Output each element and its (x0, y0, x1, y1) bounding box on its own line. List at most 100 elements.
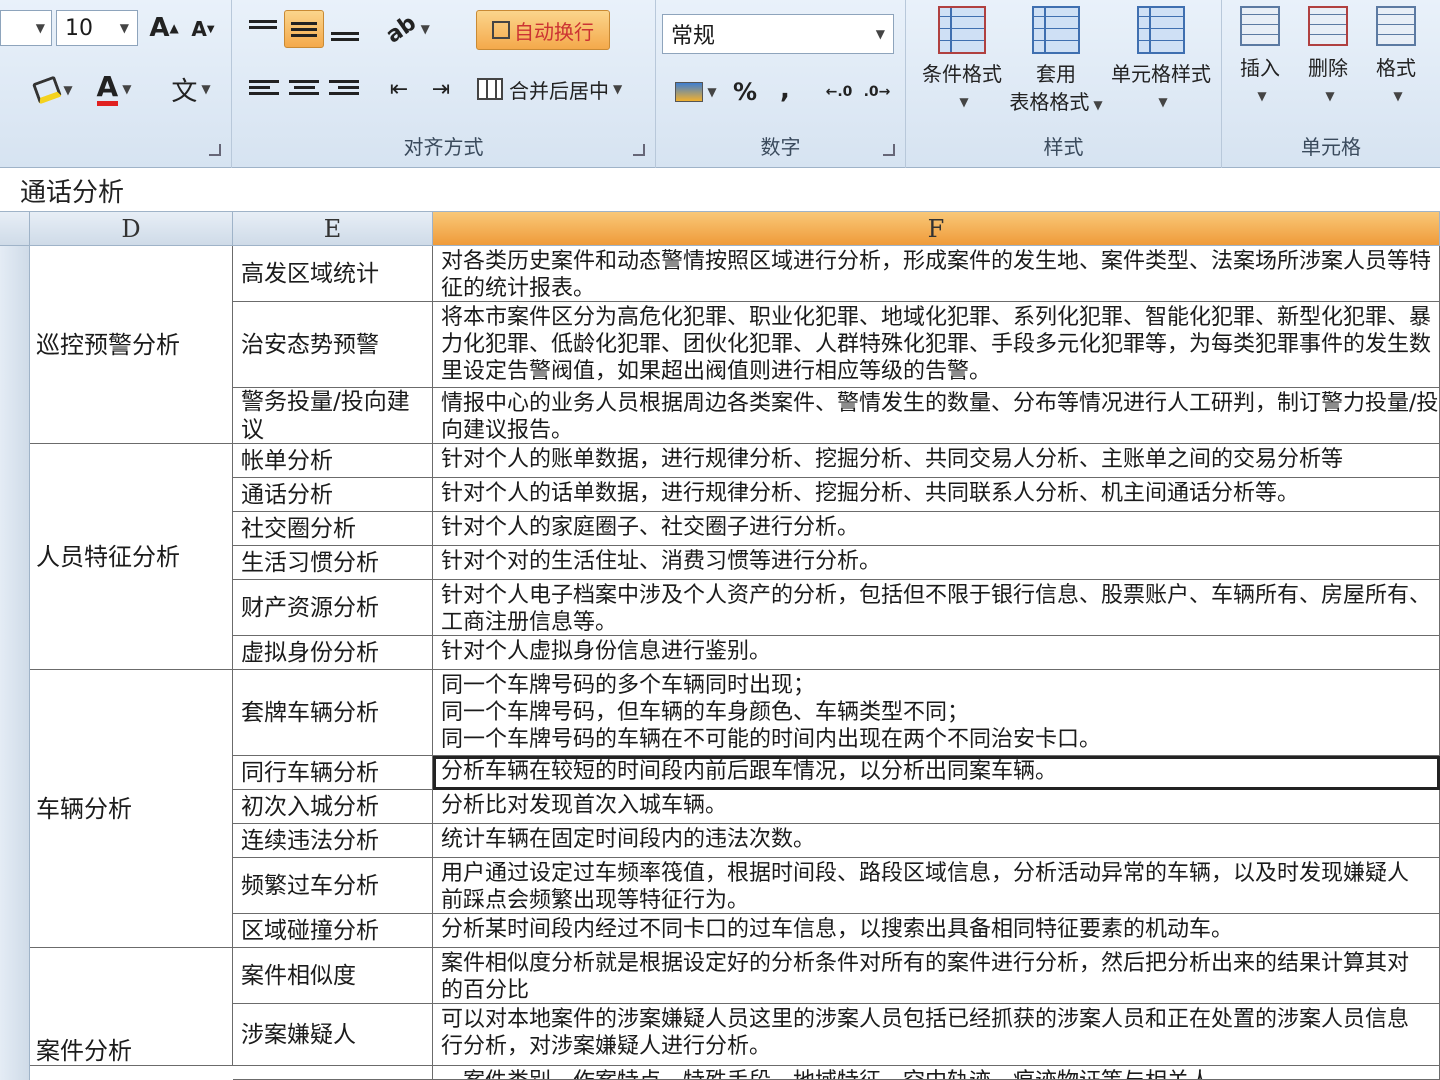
chevron-down-icon: ▼ (1158, 95, 1168, 109)
category-label: 案件分析 (36, 1037, 132, 1065)
column-header-f[interactable]: F (433, 212, 1440, 246)
table-cell-description[interactable]: 将本市案件区分为高危化犯罪、职业化犯罪、地域化犯罪、系列化犯罪、智能化犯罪、新型… (433, 302, 1440, 388)
merge-center-label: 合并后居中 (509, 78, 609, 103)
font-size-value: 10 (65, 15, 93, 41)
decrease-indent-button[interactable]: ⇤ (382, 72, 416, 106)
pinyin-button[interactable]: 文 ▼ (160, 68, 222, 110)
table-cell-feature[interactable]: 虚拟身份分析 (233, 636, 433, 670)
table-cell-feature[interactable]: 初次入城分析 (233, 790, 433, 824)
table-cell-category[interactable]: 人员特征分析 (30, 444, 233, 670)
align-middle-button[interactable] (284, 10, 324, 48)
alignment-group: ab ▼ 自动换行 ⇤ ⇥ 合并后居中 ▼ 对齐方式 (232, 0, 656, 168)
table-cell-category[interactable]: 车辆分析 (30, 670, 233, 948)
font-color-button[interactable]: A ▼ (86, 68, 142, 110)
conditional-format-label: 条件格式 (922, 62, 1002, 86)
merge-center-button[interactable]: 合并后居中 ▼ (476, 68, 648, 110)
conditional-format-button[interactable]: 条件格式 ▼ (914, 6, 1010, 116)
styles-group-label: 样式 (1043, 135, 1084, 159)
font-dialog-launcher-icon[interactable] (209, 144, 221, 156)
align-center-button[interactable] (288, 72, 320, 106)
table-cell-feature[interactable]: 治安态势预警 (233, 302, 433, 388)
increase-indent-button[interactable]: ⇥ (424, 72, 458, 106)
description-line: 针对个人虚拟身份信息进行鉴别。 (441, 639, 772, 664)
table-cell-feature[interactable]: 帐单分析 (233, 444, 433, 478)
table-cell-feature[interactable]: 同行车辆分析 (233, 756, 433, 790)
chevron-down-icon: ▼ (1257, 89, 1267, 103)
table-cell-description-partial[interactable]: ，案件类别、作案特点、特殊手段、地域特征、空中轨迹、痕迹物证等与相关人 (433, 1066, 1440, 1080)
table-cell-description[interactable]: 情报中心的业务人员根据周边各类案件、警情发生的数量、分布等情况进行人工研判，制订… (433, 388, 1440, 444)
wrap-text-button[interactable]: 自动换行 (476, 10, 610, 50)
font-group: ▼ 10 ▼ A ▲ A ▼ ▼ A ▼ 文 ▼ (0, 0, 232, 168)
table-cell-description[interactable]: 分析某时间段内经过不同卡口的过车信息，以搜索出具备相同特征要素的机动车。 (433, 914, 1440, 948)
number-group: 常规 ▼ ▼ % , ←.0 .0→ 数字 (656, 0, 906, 168)
table-cell-feature[interactable]: 频繁过车分析 (233, 858, 433, 914)
table-cell-description[interactable]: 可以对本地案件的涉案嫌疑人员这里的涉案人员包括已经抓获的涉案人员和正在处置的涉案… (433, 1004, 1440, 1066)
format-as-table-button[interactable]: 套用 表格格式 ▼ (1006, 6, 1106, 119)
row-header-corner[interactable] (0, 212, 30, 246)
shrink-font-button[interactable]: A ▼ (186, 12, 220, 46)
table-cell-description[interactable]: 针对个对的生活住址、消费习惯等进行分析。 (433, 546, 1440, 580)
description-line: 前踩点会频繁出现等特征行为。 (441, 888, 750, 913)
table-cell-feature[interactable]: 区域碰撞分析 (233, 914, 433, 948)
chevron-down-icon: ▼ (613, 82, 623, 96)
table-cell-description[interactable]: 案件相似度分析就是根据设定好的分析条件对所有的案件进行分析，然后把分析出来的结果… (433, 948, 1440, 1004)
table-cell-feature[interactable]: 生活习惯分析 (233, 546, 433, 580)
table-cell-feature[interactable]: 连续违法分析 (233, 824, 433, 858)
increase-decimal-button[interactable]: ←.0 (822, 74, 856, 110)
align-left-button[interactable] (248, 72, 280, 106)
fill-color-button[interactable]: ▼ (26, 70, 82, 110)
table-cell-feature[interactable]: 警务投量/投向建议 (233, 388, 433, 444)
align-right-button[interactable] (328, 72, 360, 106)
table-cell-description[interactable]: 分析比对发现首次入城车辆。 (433, 790, 1440, 824)
table-cell-description[interactable]: 分析车辆在较短的时间段内前后跟车情况，以分析出同案车辆。 (433, 756, 1440, 790)
orientation-button[interactable]: ab ▼ (382, 10, 434, 48)
table-cell-feature[interactable]: 财产资源分析 (233, 580, 433, 636)
format-as-table-icon (1032, 6, 1080, 54)
font-size-dropdown[interactable]: 10 ▼ (56, 10, 138, 46)
table-cell-description[interactable]: 统计车辆在固定时间段内的违法次数。 (433, 824, 1440, 858)
delete-cells-button[interactable]: 删除 ▼ (1296, 6, 1360, 110)
column-header-d[interactable]: D (30, 212, 233, 246)
table-cell-feature[interactable]: 套牌车辆分析 (233, 670, 433, 756)
number-dialog-launcher-icon[interactable] (883, 144, 895, 156)
font-name-dropdown[interactable]: ▼ (0, 10, 52, 46)
table-cell-feature[interactable]: 涉案嫌疑人 (233, 1004, 433, 1066)
comma-style-button[interactable]: , (768, 72, 802, 108)
cell-styles-button[interactable]: 单元格样式 ▼ (1106, 6, 1216, 116)
chevron-down-icon: ▼ (119, 21, 129, 35)
row-header-strip[interactable] (0, 246, 30, 1080)
alignment-dialog-launcher-icon[interactable] (633, 144, 645, 156)
decrease-decimal-button[interactable]: .0→ (860, 74, 894, 110)
table-cell-feature[interactable]: 案件相似度 (233, 948, 433, 1004)
grow-font-button[interactable]: A ▲ (146, 10, 182, 46)
chevron-down-icon: ▼ (959, 95, 969, 109)
table-cell-feature-partial[interactable] (233, 1066, 433, 1080)
column-header-e[interactable]: E (233, 212, 433, 246)
table-cell-description[interactable]: 同一个车牌号码的多个车辆同时出现； 同一个车牌号码，但车辆的车身颜色、车辆类型不同… (433, 670, 1440, 756)
table-cell-description[interactable]: 针对个人虚拟身份信息进行鉴别。 (433, 636, 1440, 670)
table-cell-description[interactable]: 对各类历史案件和动态警情按照区域进行分析，形成案件的发生地、案件类型、法案场所涉… (433, 246, 1440, 302)
table-cell-category[interactable]: 巡控预警分析 (30, 246, 233, 444)
table-cell-description[interactable]: 针对个人的话单数据，进行规律分析、挖掘分析、共同联系人分析、机主间通话分析等。 (433, 478, 1440, 512)
pinyin-icon: 文 (171, 76, 198, 107)
formula-bar-input[interactable]: 通话分析 (0, 168, 1440, 212)
table-cell-feature[interactable]: 社交圈分析 (233, 512, 433, 546)
table-cell-description[interactable]: 针对个人的家庭圈子、社交圈子进行分析。 (433, 512, 1440, 546)
number-format-dropdown[interactable]: 常规 ▼ (662, 14, 894, 54)
number-format-value: 常规 (671, 24, 716, 49)
table-cell-description[interactable]: 针对个人的账单数据，进行规律分析、挖掘分析、共同交易人分析、主账单之间的交易分析… (433, 444, 1440, 478)
description-line: 针对个人的话单数据，进行规律分析、挖掘分析、共同联系人分析、机主间通话分析等。 (441, 481, 1300, 506)
format-cells-button[interactable]: 格式 ▼ (1364, 6, 1428, 110)
accounting-format-button[interactable]: ▼ (668, 74, 724, 110)
percent-button[interactable]: % (728, 74, 762, 110)
table-cell-category[interactable]: 案件分析 (30, 948, 233, 1066)
table-cell-description[interactable]: 用户通过设定过车频率筏值，根据时间段、路段区域信息，分析活动异常的车辆，以及时发… (433, 858, 1440, 914)
description-line: 将本市案件区分为高危化犯罪、职业化犯罪、地域化犯罪、系列化犯罪、智能化犯罪、新型… (441, 305, 1432, 330)
worksheet-grid[interactable]: 高发区域统计 对各类历史案件和动态警情按照区域进行分析，形成案件的发生地、案件类型… (0, 246, 1440, 1080)
align-bottom-button[interactable] (330, 12, 360, 46)
table-cell-feature[interactable]: 高发区域统计 (233, 246, 433, 302)
table-cell-feature[interactable]: 通话分析 (233, 478, 433, 512)
insert-cells-button[interactable]: 插入 ▼ (1228, 6, 1292, 110)
table-cell-description[interactable]: 针对个人电子档案中涉及个人资产的分析，包括但不限于银行信息、股票账户、车辆所有、… (433, 580, 1440, 636)
align-top-button[interactable] (248, 12, 278, 46)
